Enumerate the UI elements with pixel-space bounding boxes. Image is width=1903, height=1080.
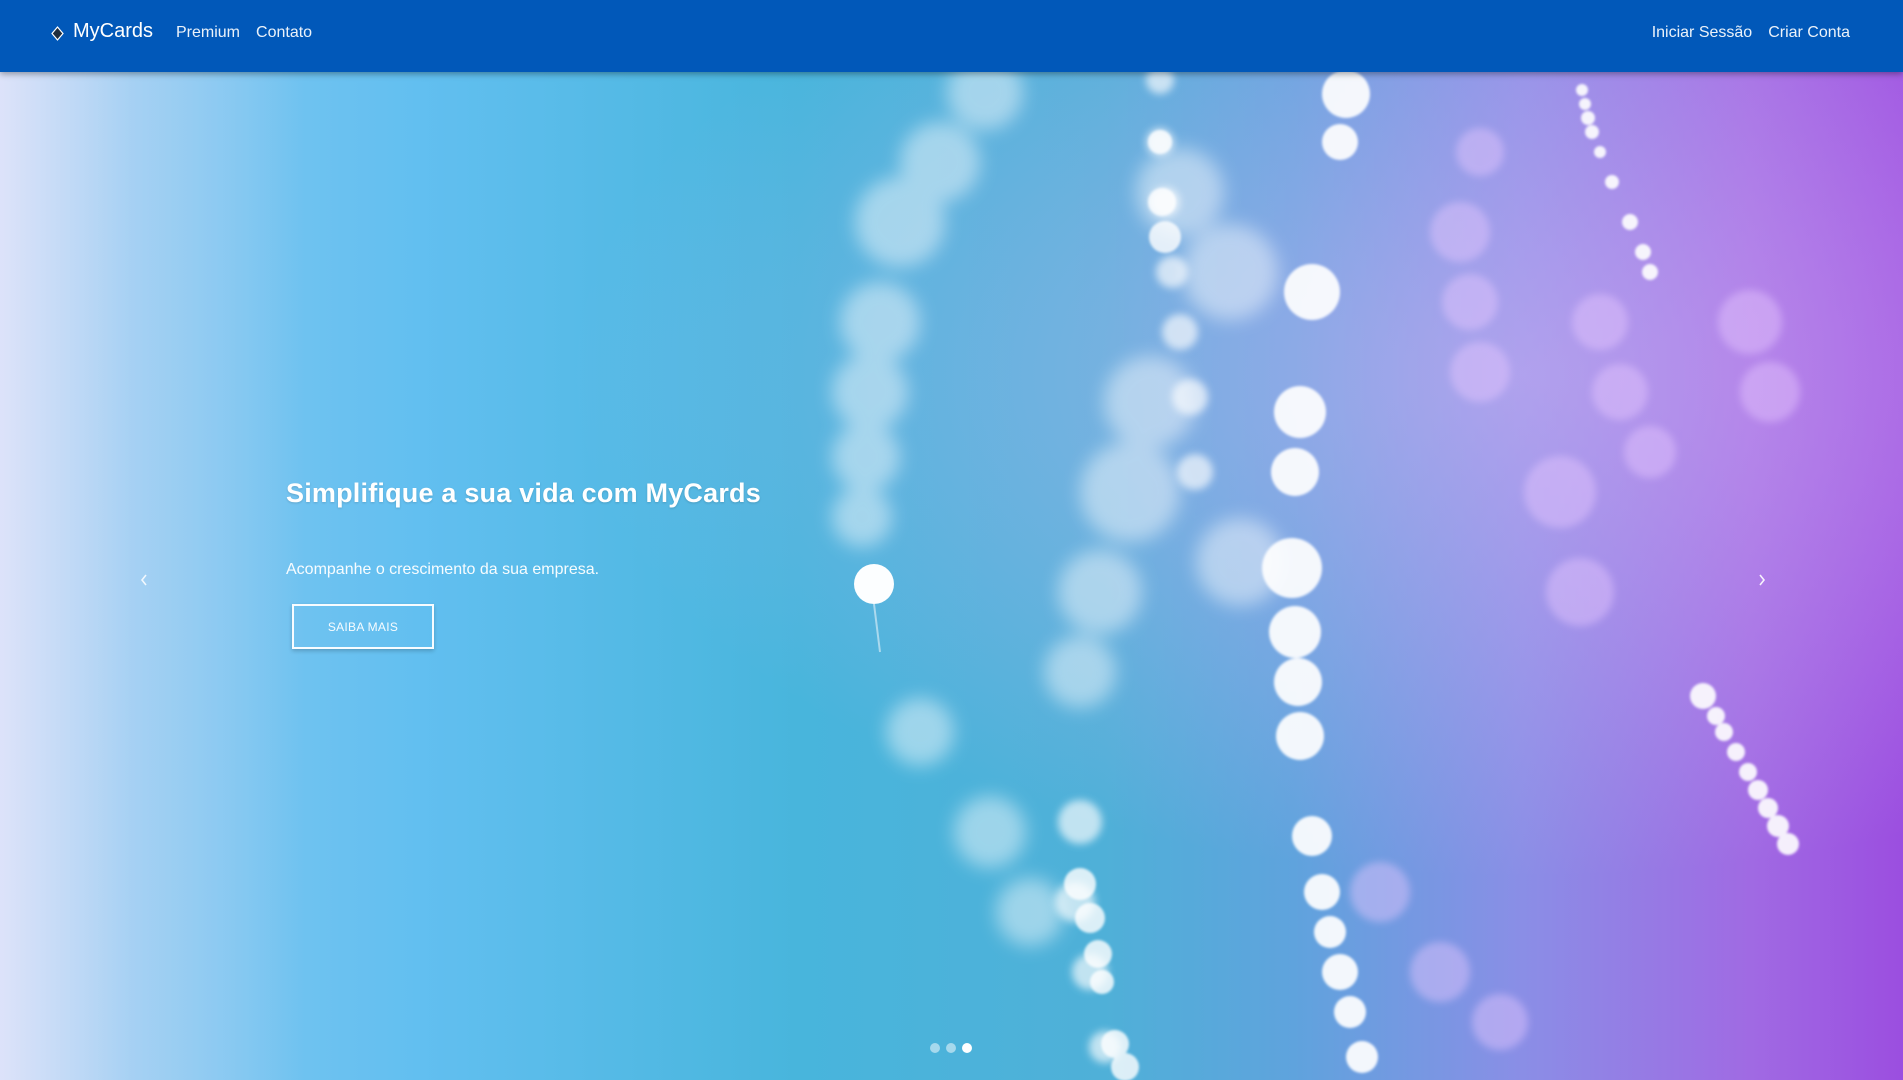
- hero-carousel: Simplifique a sua vida com MyCards Acomp…: [0, 72, 1903, 1080]
- carousel-caption: Simplifique a sua vida com MyCards Acomp…: [286, 478, 761, 579]
- nav-link-signup[interactable]: Criar Conta: [1768, 24, 1850, 42]
- diamond-logo-icon: [50, 24, 65, 41]
- nav-link-login[interactable]: Iniciar Sessão: [1652, 24, 1753, 42]
- brand-link[interactable]: MyCards: [50, 20, 153, 43]
- brand-name: MyCards: [73, 20, 154, 42]
- hero-subtitle: Acompanhe o crescimento da sua empresa.: [286, 561, 600, 578]
- carousel-indicator-3[interactable]: [962, 1043, 972, 1053]
- carousel-prev-button[interactable]: [124, 552, 164, 612]
- nav-link-contato[interactable]: Contato: [256, 24, 312, 42]
- nav-link-premium[interactable]: Premium: [176, 24, 240, 42]
- top-navbar: MyCards Premium Contato Iniciar Sessão C…: [0, 0, 1903, 72]
- carousel-indicators: [930, 1043, 972, 1053]
- saiba-mais-button[interactable]: SAIBA MAIS: [292, 604, 434, 649]
- carousel-next-button[interactable]: [1742, 552, 1782, 612]
- chevron-right-icon: [1757, 572, 1767, 593]
- chevron-left-icon: [139, 572, 149, 593]
- nav-right-links: Iniciar Sessão Criar Conta: [1652, 24, 1850, 42]
- carousel-indicator-1[interactable]: [930, 1043, 940, 1053]
- hero-title: Simplifique a sua vida com MyCards: [286, 478, 761, 508]
- nav-left-links: Premium Contato: [176, 24, 312, 42]
- carousel-indicator-2[interactable]: [946, 1043, 956, 1053]
